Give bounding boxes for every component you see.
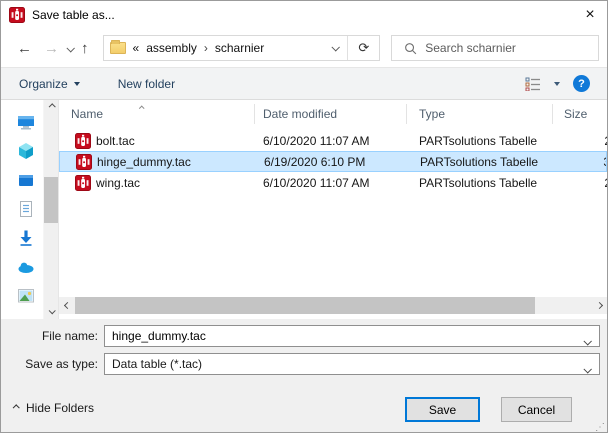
file-name-label: File name: xyxy=(1,329,104,343)
hide-folders-button[interactable]: Hide Folders xyxy=(13,401,94,415)
scrollbar-thumb[interactable] xyxy=(44,177,58,223)
file-size: 3 xyxy=(554,155,606,169)
refresh-button[interactable]: ⟳ xyxy=(348,40,379,56)
column-header-size[interactable]: Size xyxy=(553,104,607,124)
navigation-bar: ← → ↑ « assembly › scharnier ⟳ xyxy=(1,29,607,67)
close-button[interactable]: × xyxy=(573,1,607,29)
tac-file-icon xyxy=(75,175,91,191)
search-box[interactable] xyxy=(391,35,599,61)
save-button[interactable]: Save xyxy=(405,397,480,422)
save-as-type-value: Data table (*.tac) xyxy=(105,357,202,371)
file-date: 6/10/2020 11:07 AM xyxy=(255,134,407,148)
file-size: 2 xyxy=(553,176,607,190)
file-date: 6/10/2020 11:07 AM xyxy=(255,176,407,190)
up-button[interactable]: ↑ xyxy=(75,40,95,57)
address-bar[interactable]: « assembly › scharnier ⟳ xyxy=(103,35,381,61)
file-name: hinge_dummy.tac xyxy=(97,155,191,169)
breadcrumb-separator-icon: › xyxy=(204,41,208,55)
breadcrumb: « assembly › scharnier xyxy=(133,41,265,55)
address-dropdown-icon[interactable] xyxy=(323,36,347,60)
file-list: Name Date modified Type Size bolt.tac xyxy=(59,100,607,319)
save-as-type-select[interactable]: Data table (*.tac) xyxy=(104,353,600,375)
list-horizontal-scrollbar[interactable] xyxy=(59,297,607,314)
details-view-icon[interactable] xyxy=(525,77,541,91)
command-toolbar: Organize New folder ? xyxy=(1,67,607,100)
table-row-hinge-dummy-selected[interactable]: hinge_dummy.tac 6/19/2020 6:10 PM PARTso… xyxy=(59,151,607,172)
search-input[interactable] xyxy=(425,41,592,55)
this-pc-icon[interactable] xyxy=(17,113,35,131)
3d-objects-icon[interactable] xyxy=(17,142,35,160)
breadcrumb-collapsed[interactable]: « xyxy=(133,41,140,55)
tac-file-icon xyxy=(76,154,92,170)
history-dropdown-icon[interactable] xyxy=(67,41,73,55)
main-area: Name Date modified Type Size bolt.tac xyxy=(1,100,607,319)
downloads-icon[interactable] xyxy=(17,229,35,247)
resize-grip[interactable]: ⋰ xyxy=(595,422,605,433)
chevron-down-icon[interactable] xyxy=(584,334,590,348)
column-header-type[interactable]: Type xyxy=(407,104,553,124)
file-type: PARTsolutions Tabelle xyxy=(407,176,553,190)
scroll-right-icon[interactable] xyxy=(591,303,607,308)
breadcrumb-item-scharnier[interactable]: scharnier xyxy=(215,41,264,55)
search-icon xyxy=(404,42,417,55)
file-name-input[interactable] xyxy=(105,329,599,343)
scrollbar-thumb[interactable] xyxy=(75,297,535,314)
organize-button[interactable]: Organize xyxy=(19,77,80,91)
file-name: bolt.tac xyxy=(96,134,135,148)
views-dropdown-icon[interactable] xyxy=(554,82,560,86)
help-button[interactable]: ? xyxy=(573,75,590,92)
column-headers: Name Date modified Type Size xyxy=(59,100,607,127)
partsolutions-table-icon xyxy=(9,7,25,23)
file-date: 6/19/2020 6:10 PM xyxy=(256,155,408,169)
forward-button[interactable]: → xyxy=(38,40,65,57)
file-size: 2 xyxy=(553,134,607,148)
file-type: PARTsolutions Tabelle xyxy=(407,134,553,148)
save-as-type-label: Save as type: xyxy=(1,357,104,371)
cancel-button[interactable]: Cancel xyxy=(501,397,572,422)
navigation-pane xyxy=(1,100,43,319)
file-name: wing.tac xyxy=(96,176,140,190)
onedrive-icon[interactable] xyxy=(17,258,35,276)
chevron-down-icon[interactable] xyxy=(584,362,590,376)
sidebar-scrollbar[interactable] xyxy=(43,100,58,319)
scroll-left-icon[interactable] xyxy=(59,303,75,308)
file-rows: bolt.tac 6/10/2020 11:07 AM PARTsolution… xyxy=(59,130,607,193)
desktop-icon[interactable] xyxy=(17,171,35,189)
sort-ascending-icon xyxy=(139,100,143,114)
documents-icon[interactable] xyxy=(17,200,35,218)
chevron-up-icon xyxy=(13,404,20,411)
folder-icon xyxy=(110,42,126,54)
tac-file-icon xyxy=(75,133,91,149)
file-name-combo[interactable] xyxy=(104,325,600,347)
new-folder-button[interactable]: New folder xyxy=(118,77,175,91)
table-row-bolt[interactable]: bolt.tac 6/10/2020 11:07 AM PARTsolution… xyxy=(59,130,607,151)
column-header-name[interactable]: Name xyxy=(59,104,255,124)
column-header-date-modified[interactable]: Date modified xyxy=(255,104,407,124)
back-button[interactable]: ← xyxy=(11,40,38,57)
table-row-wing[interactable]: wing.tac 6/10/2020 11:07 AM PARTsolution… xyxy=(59,172,607,193)
breadcrumb-item-assembly[interactable]: assembly xyxy=(146,41,197,55)
chevron-down-icon xyxy=(74,82,80,86)
title-bar: Save table as... × xyxy=(1,1,607,29)
scroll-down-icon[interactable] xyxy=(49,304,54,319)
bottom-panel: File name: Save as type: Data table (*.t… xyxy=(1,319,607,433)
file-type: PARTsolutions Tabelle xyxy=(408,155,554,169)
save-dialog-window: Save table as... × ← → ↑ « assembly › sc… xyxy=(0,0,608,433)
scroll-up-icon[interactable] xyxy=(49,100,54,115)
window-title: Save table as... xyxy=(32,8,115,22)
pictures-icon[interactable] xyxy=(17,287,35,305)
